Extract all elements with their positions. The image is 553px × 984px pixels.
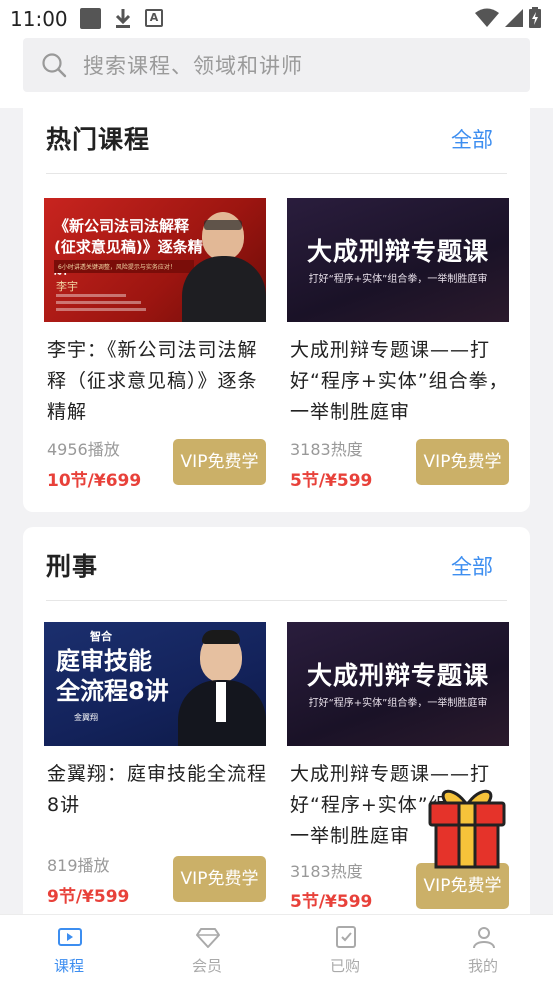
section-title: 刑事 <box>46 552 99 581</box>
course-price: 5节/¥599 <box>290 892 373 912</box>
course-thumbnail: 大成刑辩专题课 打好“程序+实体”组合拳，一举制胜庭审 <box>287 198 509 322</box>
video-icon <box>58 928 82 946</box>
course-card[interactable]: 大成刑辩专题课 打好“程序+实体”组合拳，一举制胜庭审 大成刑辩专题课——打好“… <box>287 622 509 922</box>
course-title: 金翼翔：庭审技能全流程8讲 <box>47 763 268 816</box>
vip-free-button[interactable]: VIP免费学 <box>416 439 509 485</box>
course-title: 大成刑辩专题课——打好“程序+实体”组合拳，一举制胜庭审 <box>290 339 509 423</box>
view-all-link[interactable]: 全部 <box>451 124 493 154</box>
status-time: 11:00 <box>10 7 68 31</box>
download-icon <box>113 7 133 29</box>
bottom-tab-bar: 课程 会员 已购 我的 <box>0 914 553 984</box>
tab-label: 已购 <box>329 957 360 975</box>
course-card[interactable]: 智合 庭审技能 全流程8讲 金翼翔 金翼翔：庭审技能全流程8讲 819播放 9节… <box>44 622 266 922</box>
course-thumbnail: 大成刑辩专题课 打好“程序+实体”组合拳，一举制胜庭审 <box>287 622 509 746</box>
app-notification-icon <box>80 7 101 29</box>
thumb-subtitle: 6小时讲透关键调整，风险提示与实务应对！ <box>54 260 194 273</box>
course-price: 10节/¥699 <box>47 471 142 491</box>
thumb-title-line: 庭审技能 <box>56 647 152 675</box>
search-placeholder: 搜索课程、领域和讲师 <box>83 54 303 78</box>
tab-label: 课程 <box>53 957 84 975</box>
course-thumbnail: 《新公司法司法解释 (征求意见稿)》逐条精解 6小时讲透关键调整，风险提示与实务… <box>44 198 266 322</box>
wifi-icon <box>475 8 499 27</box>
search-input[interactable]: 搜索课程、领域和讲师 <box>23 38 530 92</box>
notification-icons: A <box>80 7 163 29</box>
thumb-title: 大成刑辩专题课 <box>306 237 489 266</box>
section-header: 刑事 全部 <box>46 527 507 601</box>
thumb-lecturer-name: 金翼翔 <box>74 713 98 722</box>
accessibility-icon: A <box>145 9 163 27</box>
search-area: 搜索课程、领域和讲师 <box>0 36 553 108</box>
thumb-brand: 智合 <box>90 630 112 643</box>
course-title: 李宇：《新公司法司法解释（征求意见稿）》逐条精解 <box>47 339 258 423</box>
thumb-lecturer-name: 李宇 <box>56 280 78 293</box>
section-title: 热门课程 <box>46 125 151 154</box>
thumb-subtitle: 打好“程序+实体”组合拳，一举制胜庭审 <box>308 698 488 709</box>
course-heat: 3183热度 <box>290 862 363 881</box>
thumb-title-line: 全流程8讲 <box>56 677 169 705</box>
course-play-count: 4956播放 <box>47 440 120 459</box>
thumb-title: 大成刑辩专题课 <box>306 661 489 690</box>
course-price: 5节/¥599 <box>290 471 373 491</box>
search-icon <box>42 53 67 78</box>
diamond-icon <box>196 928 220 948</box>
tab-purchased[interactable]: 已购 <box>276 915 414 984</box>
thumb-title-line: 《新公司法司法解释 <box>54 217 190 235</box>
tab-label: 会员 <box>191 957 222 975</box>
course-play-count: 819播放 <box>47 856 110 875</box>
user-icon <box>473 927 495 949</box>
vip-free-button[interactable]: VIP免费学 <box>173 856 266 902</box>
course-thumbnail: 智合 庭审技能 全流程8讲 金翼翔 <box>44 622 266 746</box>
tab-mine[interactable]: 我的 <box>414 915 552 984</box>
tab-membership[interactable]: 会员 <box>138 915 276 984</box>
course-heat: 3183热度 <box>290 440 363 459</box>
status-bar: 11:00 A <box>0 0 553 36</box>
view-all-link[interactable]: 全部 <box>451 551 493 581</box>
battery-icon <box>529 7 541 28</box>
course-card[interactable]: 《新公司法司法解释 (征求意见稿)》逐条精解 6小时讲透关键调整，风险提示与实务… <box>44 198 266 498</box>
system-icons <box>475 7 541 28</box>
course-card[interactable]: 大成刑辩专题课 打好“程序+实体”组合拳，一举制胜庭审 大成刑辩专题课——打好“… <box>287 198 509 498</box>
thumb-subtitle: 打好“程序+实体”组合拳，一举制胜庭审 <box>308 274 488 285</box>
section-hot-courses: 热门课程 全部 《新公司法司法解释 (征求意见稿)》逐条精解 6小时讲透关键调整… <box>23 100 530 512</box>
purchased-icon <box>336 926 356 948</box>
tab-label: 我的 <box>467 957 498 975</box>
gift-icon[interactable] <box>424 783 510 871</box>
course-price: 9节/¥599 <box>47 887 130 907</box>
tab-courses[interactable]: 课程 <box>0 915 138 984</box>
vip-free-button[interactable]: VIP免费学 <box>173 439 266 485</box>
signal-icon <box>505 8 523 27</box>
section-header: 热门课程 全部 <box>46 100 507 174</box>
